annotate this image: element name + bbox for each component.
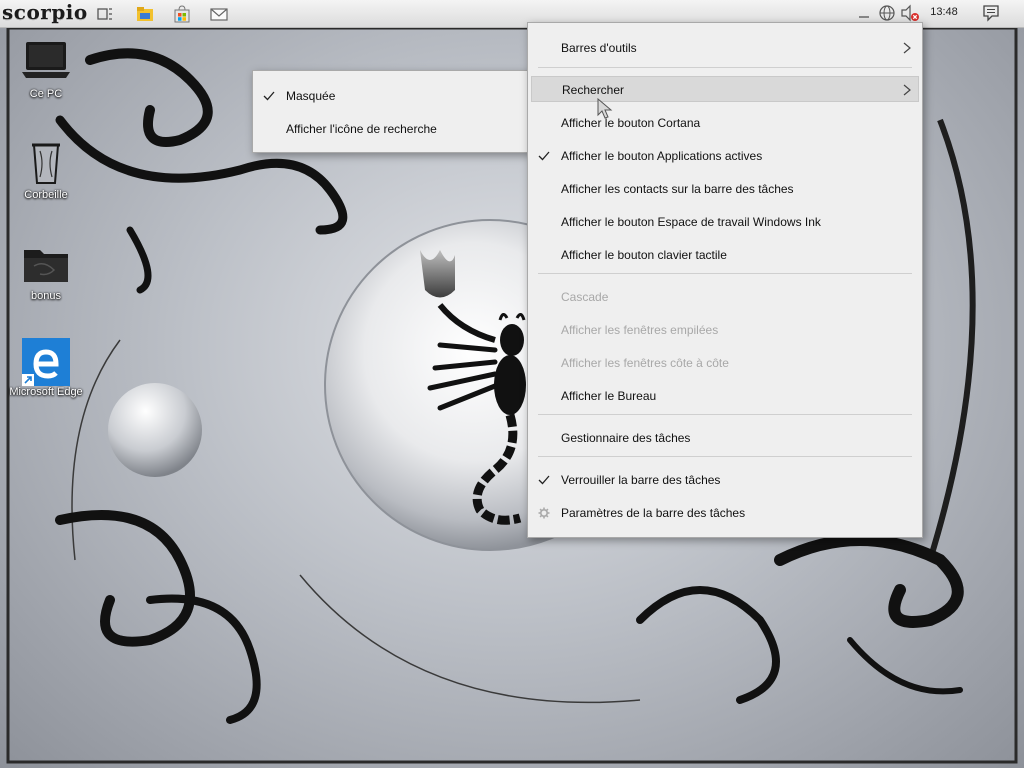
menu-item-task-manager[interactable]: Gestionnaire des tâches	[528, 425, 922, 451]
taskbar-clock[interactable]: 13:48	[922, 6, 966, 18]
menu-item-lock-taskbar[interactable]: Verrouiller la barre des tâches	[528, 467, 922, 493]
desktop-icon-bonus[interactable]: bonus	[1, 240, 91, 302]
file-explorer-icon[interactable]	[136, 5, 154, 23]
desktop-icon-label: Corbeille	[24, 189, 68, 201]
volume-muted-icon[interactable]	[900, 4, 920, 22]
menu-item-label: Barres d'outils	[561, 41, 637, 55]
submenu-item-hidden[interactable]: Masquée	[253, 83, 529, 109]
menu-separator	[538, 67, 912, 68]
check-icon	[538, 151, 550, 161]
menu-item-label: Afficher le bouton clavier tactile	[561, 248, 727, 262]
menu-item-show-touch-keyboard[interactable]: Afficher le bouton clavier tactile	[528, 242, 922, 268]
menu-item-show-desktop[interactable]: Afficher le Bureau	[528, 383, 922, 409]
menu-item-show-contacts[interactable]: Afficher les contacts sur la barre des t…	[528, 176, 922, 202]
menu-item-label: Afficher les fenêtres empilées	[561, 323, 719, 337]
desktop-icon-recycle-bin[interactable]: Corbeille	[1, 139, 91, 201]
check-icon	[263, 91, 275, 101]
menu-item-stacked-windows: Afficher les fenêtres empilées	[528, 317, 922, 343]
menu-item-label: Afficher les fenêtres côte à côte	[561, 356, 729, 370]
menu-item-label: Afficher les contacts sur la barre des t…	[561, 182, 794, 196]
menu-separator	[538, 456, 912, 457]
desktop-icon-microsoft-edge[interactable]: Microsoft Edge	[1, 336, 91, 398]
menu-item-search[interactable]: Rechercher	[531, 76, 919, 102]
menu-item-label: Gestionnaire des tâches	[561, 431, 691, 445]
submenu-item-label: Afficher l'icône de recherche	[286, 122, 437, 136]
menu-item-label: Afficher le bouton Espace de travail Win…	[561, 215, 821, 229]
menu-item-label: Afficher le bouton Applications actives	[561, 149, 763, 163]
store-icon[interactable]	[173, 5, 191, 23]
taskbar-context-menu: Barres d'outils Rechercher Afficher le b…	[527, 22, 923, 538]
edge-icon	[22, 338, 70, 386]
menu-item-show-windows-ink[interactable]: Afficher le bouton Espace de travail Win…	[528, 209, 922, 235]
menu-item-label: Afficher le bouton Cortana	[561, 116, 701, 130]
menu-separator	[538, 273, 912, 274]
menu-item-show-cortana[interactable]: Afficher le bouton Cortana	[528, 110, 922, 136]
desktop-icon-label: bonus	[31, 290, 61, 302]
menu-item-label: Verrouiller la barre des tâches	[561, 473, 721, 487]
gear-icon	[538, 507, 550, 519]
menu-item-label: Paramètres de la barre des tâches	[561, 506, 746, 520]
taskbar-logo[interactable]: scorpio	[2, 0, 88, 24]
menu-item-label: Cascade	[561, 290, 609, 304]
menu-item-taskbar-settings[interactable]: Paramètres de la barre des tâches	[528, 500, 922, 526]
mouse-cursor-icon	[597, 98, 613, 119]
recycle-bin-icon	[32, 143, 60, 184]
menu-item-toolbars[interactable]: Barres d'outils	[528, 35, 922, 61]
network-globe-icon[interactable]	[878, 4, 896, 22]
task-view-icon[interactable]	[96, 5, 114, 23]
chevron-right-icon	[903, 42, 911, 54]
submenu-item-show-search-icon[interactable]: Afficher l'icône de recherche	[253, 116, 529, 142]
mail-icon[interactable]	[210, 5, 228, 23]
desktop-icon-label: Ce PC	[29, 88, 63, 100]
show-hidden-icons-icon[interactable]	[858, 9, 870, 19]
search-submenu: Masquée Afficher l'icône de recherche	[252, 70, 530, 153]
menu-item-label: Rechercher	[562, 83, 625, 97]
laptop-icon	[22, 42, 70, 78]
menu-item-cascade: Cascade	[528, 284, 922, 310]
menu-item-label: Afficher le Bureau	[561, 389, 657, 403]
chevron-right-icon	[903, 84, 911, 96]
submenu-item-label: Masquée	[286, 89, 336, 103]
menu-item-side-by-side: Afficher les fenêtres côte à côte	[528, 350, 922, 376]
menu-item-show-task-view[interactable]: Afficher le bouton Applications actives	[528, 143, 922, 169]
menu-separator	[538, 414, 912, 415]
notifications-icon[interactable]	[982, 4, 1000, 22]
desktop-icon-this-pc[interactable]: Ce PC	[1, 38, 91, 100]
folder-icon	[24, 250, 68, 282]
check-icon	[538, 475, 550, 485]
